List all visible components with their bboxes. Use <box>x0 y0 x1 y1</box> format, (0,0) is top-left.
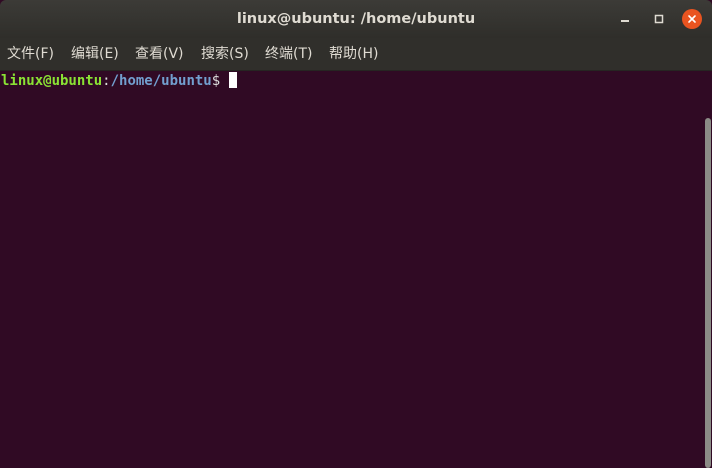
terminal-window: linux@ubuntu: /home/ubuntu 文件(F) 编辑(E) 查… <box>0 0 712 468</box>
maximize-button[interactable] <box>649 9 669 29</box>
menu-edit[interactable]: 编辑(E) <box>71 38 119 70</box>
prompt-line: linux@ubuntu:/home/ubuntu$ <box>1 72 238 90</box>
menu-search[interactable]: 搜索(S) <box>201 38 249 70</box>
minimize-button[interactable] <box>615 9 635 29</box>
menu-terminal[interactable]: 终端(T) <box>265 38 312 70</box>
menu-file[interactable]: 文件(F) <box>7 38 54 70</box>
title-bar[interactable]: linux@ubuntu: /home/ubuntu <box>0 0 712 38</box>
menu-view[interactable]: 查看(V) <box>135 38 184 70</box>
prompt-colon: : <box>102 73 111 89</box>
scrollbar-thumb[interactable] <box>705 118 711 468</box>
prompt-user-host: linux@ubuntu <box>1 73 103 89</box>
prompt-dollar: $ <box>211 73 221 89</box>
scrollbar[interactable] <box>704 118 712 468</box>
prompt-path: /home/ubuntu <box>110 73 212 89</box>
close-button[interactable] <box>682 9 702 29</box>
window-title: linux@ubuntu: /home/ubuntu <box>236 11 476 27</box>
minimize-icon <box>621 20 629 22</box>
close-icon <box>688 15 696 23</box>
maximize-icon <box>654 14 664 24</box>
menu-bar: 文件(F) 编辑(E) 查看(V) 搜索(S) 终端(T) 帮助(H) <box>0 38 712 71</box>
menu-help[interactable]: 帮助(H) <box>329 38 378 70</box>
text-cursor <box>229 72 238 88</box>
terminal-output[interactable]: linux@ubuntu:/home/ubuntu$ <box>0 71 704 468</box>
